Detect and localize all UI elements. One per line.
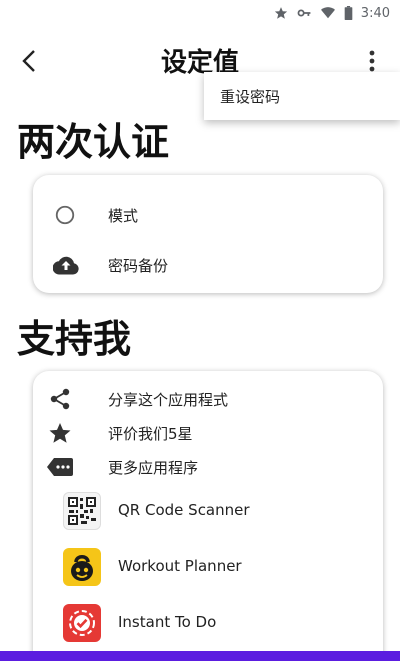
more-apps-label: 更多应用程序 — [108, 459, 199, 477]
more-apps-row[interactable]: 更多应用程序 — [33, 453, 383, 481]
key-icon — [297, 9, 311, 17]
overflow-menu: 重设密码 — [204, 72, 400, 120]
bottom-accent-bar — [0, 651, 400, 661]
wifi-icon — [320, 7, 335, 19]
app-name-qr-scanner: QR Code Scanner — [118, 501, 250, 519]
app-item-qr-scanner[interactable]: QR Code Scanner — [33, 489, 383, 533]
card-2fa: 模式 密码备份 — [33, 175, 383, 293]
app-name-instant-todo: Instant To Do — [118, 613, 217, 631]
menu-item-reset-password[interactable]: 重设密码 — [220, 86, 280, 107]
battery-icon — [344, 6, 353, 20]
password-backup-label: 密码备份 — [108, 257, 169, 275]
section-title-2fa: 两次认证 — [17, 120, 170, 164]
app-name-workout-planner: Workout Planner — [118, 557, 242, 575]
more-apps-icon — [47, 457, 73, 477]
checkmark-badge-icon — [63, 604, 101, 642]
app-item-instant-todo[interactable]: Instant To Do — [33, 601, 383, 645]
status-bar: 3:40 — [0, 0, 400, 26]
section-title-support: 支持我 — [17, 317, 132, 361]
mode-row[interactable]: 模式 — [33, 193, 383, 237]
share-app-row[interactable]: 分享这个应用程式 — [33, 385, 383, 413]
kettlebell-icon — [63, 548, 101, 586]
radio-unchecked-icon[interactable] — [53, 203, 77, 227]
status-time: 3:40 — [360, 5, 390, 21]
rate-row[interactable]: 评价我们5星 — [33, 419, 383, 447]
qr-code-icon — [63, 492, 101, 530]
card-support: 分享这个应用程式 评价我们5星 更多应用程序 QR Code Scanner W… — [33, 371, 383, 661]
cloud-upload-icon — [53, 253, 79, 277]
star-icon — [47, 421, 73, 445]
mode-label: 模式 — [108, 207, 139, 225]
settings-screen: 3:40 设定值 重设密码 两次认证 模式 密码备份 支持我 分享这个应用程式 … — [0, 0, 400, 661]
share-app-label: 分享这个应用程式 — [108, 391, 229, 409]
password-backup-row[interactable]: 密码备份 — [33, 243, 383, 287]
more-vert-icon — [369, 50, 375, 72]
app-item-workout-planner[interactable]: Workout Planner — [33, 545, 383, 589]
share-icon — [47, 387, 73, 411]
star-status-icon — [274, 7, 287, 19]
rate-label: 评价我们5星 — [108, 425, 193, 443]
